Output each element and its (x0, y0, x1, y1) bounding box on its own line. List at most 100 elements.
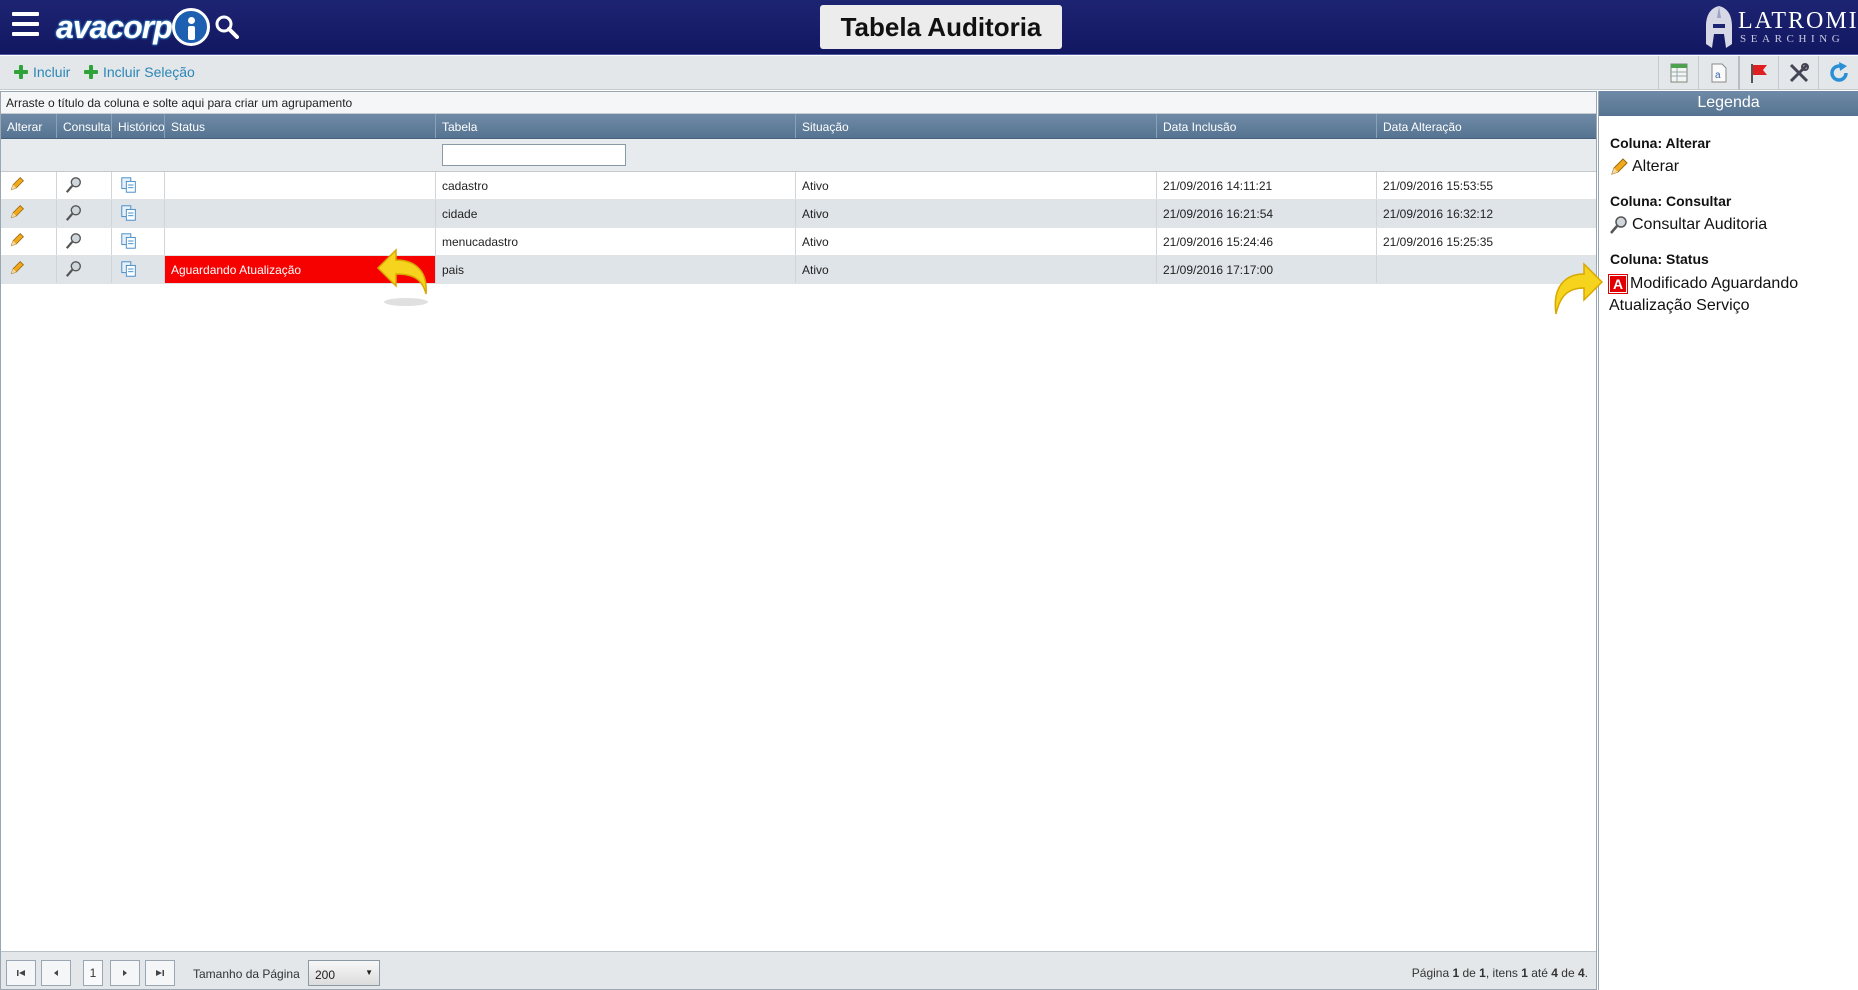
situacao-cell: Ativo (796, 172, 1157, 199)
edit-button[interactable] (1, 172, 57, 199)
view-button[interactable] (57, 200, 112, 227)
column-header-historico[interactable]: Histórico (112, 114, 165, 138)
export-text-button[interactable]: a (1698, 56, 1738, 90)
tabela-filter-input[interactable] (442, 144, 626, 166)
data-inclusao-cell: 21/09/2016 16:21:54 (1157, 200, 1377, 227)
history-icon (120, 261, 138, 281)
add-selection-button[interactable]: Incluir Seleção (83, 64, 195, 80)
magnifier-icon (65, 177, 83, 197)
pager-info-to: 4 (1551, 966, 1558, 980)
pager-info-text: Página (1411, 966, 1453, 980)
data-alteracao-cell: 21/09/2016 15:53:55 (1383, 179, 1494, 193)
pencil-icon (1609, 157, 1629, 177)
data-alteracao-cell: 21/09/2016 15:25:35 (1383, 235, 1494, 249)
edit-button[interactable] (1, 256, 57, 283)
tabela-cell: menucadastro (436, 228, 796, 255)
group-drop-area[interactable]: Arraste o título da coluna e solte aqui … (1, 92, 1596, 114)
magnifier-icon (1609, 215, 1629, 235)
view-button[interactable] (57, 228, 112, 255)
edit-button[interactable] (1, 200, 57, 227)
history-icon (120, 177, 138, 197)
tools-button[interactable] (1778, 56, 1818, 90)
view-button[interactable] (57, 256, 112, 283)
flag-button[interactable] (1738, 56, 1778, 90)
table-row[interactable]: cidade Ativo 21/09/2016 16:21:54 21/09/2016… (1, 200, 1596, 228)
current-page-number[interactable]: 1 (83, 960, 103, 986)
status-cell (165, 172, 436, 199)
next-page-icon (123, 970, 127, 976)
last-page-button[interactable] (145, 960, 175, 986)
tabela-cell: cadastro (436, 172, 796, 199)
info-logo-icon (171, 8, 210, 46)
pencil-icon (9, 233, 25, 251)
view-button[interactable] (57, 172, 112, 199)
search-icon[interactable] (215, 15, 239, 39)
logo-text: avacorp (56, 8, 173, 45)
refresh-icon (1829, 62, 1848, 82)
brand-subtitle: SEARCHING (1740, 33, 1845, 45)
tabela-cell: cidade (436, 200, 796, 227)
flag-icon (1751, 64, 1767, 83)
legend-item-alterar: Alterar (1609, 157, 1679, 177)
legend-item-alterar-label: Alterar (1632, 158, 1680, 175)
pager-info-from: 1 (1521, 966, 1528, 980)
legend-item-status-label: Modificado Aguardando Atualização Serviç… (1609, 275, 1799, 314)
pager-info-text: até (1527, 966, 1552, 980)
column-header-consultar[interactable]: Consultar (57, 114, 112, 138)
column-header-tabela[interactable]: Tabela (436, 114, 796, 138)
pager-info-text: , itens (1485, 966, 1522, 980)
add-button-label: Incluir (33, 64, 71, 80)
edit-button[interactable] (1, 228, 57, 255)
add-button[interactable]: Incluir (13, 64, 70, 80)
history-icon (120, 233, 138, 253)
table-row[interactable]: Aguardando Atualização pais Ativo 21/09/201… (1, 256, 1596, 284)
table-row[interactable]: menucadastro Ativo 21/09/2016 15:24:46 21/0… (1, 228, 1596, 256)
page-size-label: Tamanho da Página (193, 967, 300, 981)
pager-info-total: 4 (1577, 966, 1585, 980)
data-inclusao-cell: 21/09/2016 14:11:21 (1157, 172, 1377, 199)
column-header-alterar[interactable]: Alterar (1, 114, 57, 138)
history-button[interactable] (112, 200, 165, 227)
toolbar: Incluir Incluir Seleção a (0, 56, 1858, 90)
menu-icon[interactable] (12, 12, 40, 40)
situacao-cell: Ativo (796, 228, 1157, 255)
history-icon (120, 205, 138, 225)
column-header-data-inclusao[interactable]: Data Inclusão (1157, 114, 1377, 138)
toolbar-actions: a (1658, 56, 1858, 90)
history-button[interactable] (112, 228, 165, 255)
legend-panel: Legenda Coluna: Alterar Alterar Coluna: … (1598, 91, 1858, 990)
status-cell (165, 200, 436, 227)
helmet-logo-icon (1706, 6, 1732, 48)
column-header-status[interactable]: Status (165, 114, 436, 138)
column-header-data-alteracao[interactable]: Data Alteração (1377, 114, 1596, 138)
history-button[interactable] (112, 256, 165, 283)
previous-page-button[interactable] (41, 960, 71, 986)
pencil-icon (9, 205, 25, 223)
first-page-button[interactable] (6, 960, 36, 986)
history-button[interactable] (112, 172, 165, 199)
pencil-icon (9, 261, 25, 279)
status-badge: A (1608, 273, 1628, 294)
page-title: Tabela Auditoria (820, 5, 1062, 49)
refresh-button[interactable] (1818, 56, 1858, 90)
table-row[interactable]: cadastro Ativo 21/09/2016 14:11:21 21/09/20… (1, 172, 1596, 200)
first-page-icon (17, 970, 25, 976)
next-page-button[interactable] (110, 960, 140, 986)
legend-arrow-icon (1554, 262, 1604, 315)
filter-row (1, 139, 1596, 172)
page-size-select[interactable]: 200 (308, 960, 380, 986)
data-alteracao-cell: 21/09/2016 16:32:12 (1383, 207, 1494, 221)
plus-icon (83, 64, 99, 80)
column-header-situacao[interactable]: Situação (796, 114, 1157, 138)
tools-icon (1789, 63, 1809, 83)
pager-info-text: de (1557, 966, 1578, 980)
export-excel-button[interactable] (1658, 56, 1698, 90)
pencil-icon (9, 177, 25, 195)
brand-name: LATROMI (1738, 8, 1858, 34)
grid-body: cadastro Ativo 21/09/2016 14:11:21 21/09/20… (1, 172, 1596, 284)
situacao-cell: Ativo (796, 200, 1157, 227)
last-page-icon (156, 970, 164, 976)
plus-icon (13, 64, 29, 80)
pager-info-text: . (1584, 966, 1588, 980)
avacorp-logo[interactable]: avacorp (56, 7, 210, 47)
